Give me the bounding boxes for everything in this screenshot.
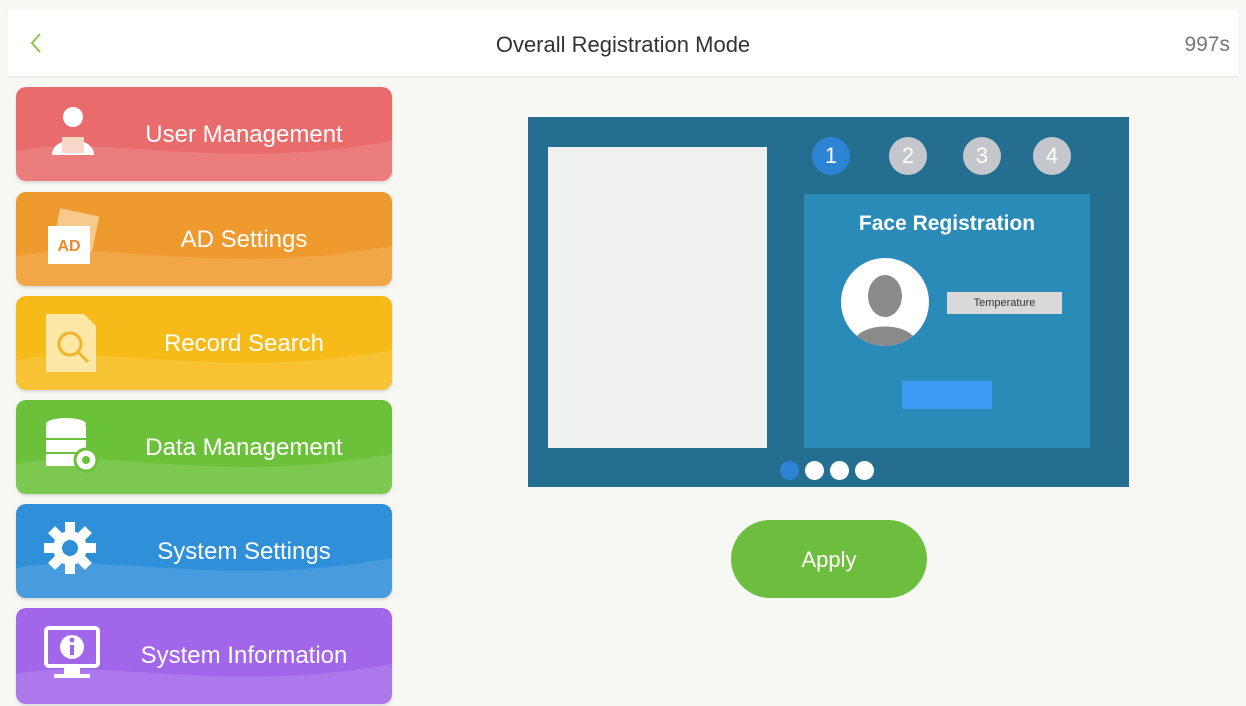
menu-label: Data Management [145, 434, 343, 461]
menu-user-management[interactable]: User Management [16, 87, 392, 181]
search-document-icon [46, 314, 96, 372]
menu-record-search[interactable]: Record Search [16, 296, 392, 390]
gear-icon [44, 522, 96, 574]
person-silhouette-icon [853, 275, 917, 346]
step-indicator-2: 2 [889, 137, 927, 175]
menu-system-settings[interactable]: System Settings [16, 504, 392, 598]
page-title: Overall Registration Mode [495, 32, 751, 57]
menu-label: AD Settings [180, 226, 308, 253]
avatar [841, 258, 929, 346]
step-indicator-1: 1 [812, 137, 850, 175]
temperature-field: Temperature [947, 292, 1062, 314]
page-dot-1[interactable] [780, 461, 799, 480]
info-monitor-icon [44, 626, 100, 678]
menu-label: Record Search [163, 330, 325, 357]
ad-icon: AD [48, 208, 100, 264]
card-action-button [902, 381, 992, 409]
svg-text:AD: AD [57, 238, 80, 255]
menu-system-information[interactable]: System Information [16, 608, 392, 704]
card-title: Face Registration [858, 212, 1036, 235]
menu-label: User Management [145, 121, 343, 148]
registration-mode-preview: 1 2 3 4 Face Registration Temperature [528, 117, 1129, 487]
page-dot-2[interactable] [805, 461, 824, 480]
user-icon [52, 107, 94, 155]
header-bar: Overall Registration Mode 997s [8, 10, 1238, 77]
preview-camera-area [548, 147, 767, 448]
page-dot-3[interactable] [830, 461, 849, 480]
menu-data-management[interactable]: Data Management [16, 400, 392, 494]
database-gear-icon [46, 418, 99, 473]
apply-button[interactable]: Apply [731, 520, 927, 598]
menu-ad-settings[interactable]: AD AD Settings [16, 192, 392, 286]
menu-label: System Information [140, 642, 348, 669]
step-indicator-3: 3 [963, 137, 1001, 175]
menu-label: System Settings [157, 538, 331, 565]
page-indicator [780, 461, 874, 481]
step-indicator-4: 4 [1033, 137, 1071, 175]
face-registration-card: Face Registration Temperature [804, 194, 1090, 448]
countdown-timer: 997s [1184, 33, 1230, 56]
page-dot-4[interactable] [855, 461, 874, 480]
